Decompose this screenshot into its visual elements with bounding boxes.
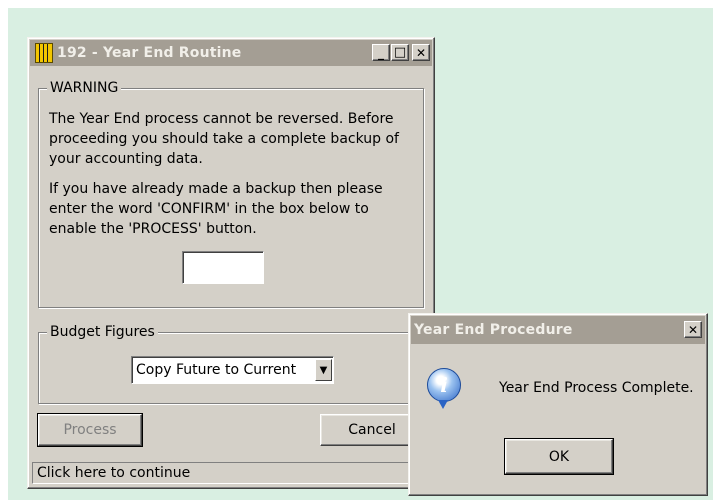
year-end-procedure-dialog: Year End Procedure ✕ i Year End Process … [408,313,708,496]
minimize-button[interactable]: _ [372,44,390,61]
warning-paragraph-1: The Year End process cannot be reversed.… [49,111,399,167]
chevron-down-icon[interactable]: ▼ [315,359,332,381]
budget-figures-group: Budget Figures Copy Future to Current ▼ [38,324,424,404]
window-title: 192 - Year End Routine [57,45,242,61]
dialog-close-button[interactable]: ✕ [684,321,702,338]
budget-figures-dropdown[interactable]: Copy Future to Current ▼ [131,356,334,384]
confirm-input[interactable] [182,251,264,284]
year-end-routine-window: 192 - Year End Routine _ □ ✕ WARNING The… [27,37,435,489]
close-button[interactable]: ✕ [412,44,430,61]
budget-figures-label: Budget Figures [47,324,158,340]
warning-paragraph-2: If you have already made a backup then p… [49,181,383,237]
maximize-button[interactable]: □ [391,44,409,61]
status-bar[interactable]: Click here to continue [32,462,430,484]
ok-button[interactable]: OK [504,438,614,475]
warning-label: WARNING [47,80,122,96]
budget-figures-selected: Copy Future to Current [136,362,297,378]
warning-group: WARNING The Year End process cannot be r… [38,80,424,308]
dialog-title-bar[interactable]: Year End Procedure ✕ [411,316,705,344]
dialog-title: Year End Procedure [414,322,573,338]
dialog-message: Year End Process Complete. [499,380,694,396]
process-button[interactable]: Process [37,413,143,447]
info-icon: i [427,368,461,409]
title-bar[interactable]: 192 - Year End Routine _ □ ✕ [30,40,432,66]
app-icon [35,43,53,63]
